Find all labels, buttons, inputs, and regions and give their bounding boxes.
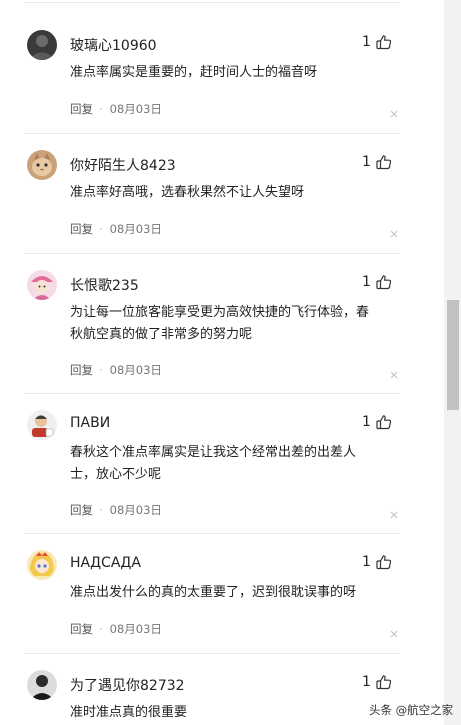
thumbs-up-icon[interactable]	[376, 554, 392, 570]
reply-button[interactable]: 回复	[70, 621, 93, 637]
like-button[interactable]: 1	[362, 153, 392, 171]
comment-text: 准点出发什么的真的太重要了，迟到很耽误事的呀	[70, 582, 400, 604]
scrollbar-thumb[interactable]	[447, 300, 459, 410]
like-count: 1	[362, 414, 371, 430]
avatar[interactable]	[27, 550, 57, 580]
top-divider	[24, 2, 400, 3]
comment-date: 08月03日	[109, 102, 162, 116]
meta-separator: ·	[99, 222, 103, 236]
thumbs-up-icon[interactable]	[376, 274, 392, 290]
like-button[interactable]: 1	[362, 673, 392, 691]
thumbs-up-icon[interactable]	[376, 34, 392, 50]
like-count: 1	[362, 34, 371, 50]
comment-meta: 回复 · 08月03日	[70, 502, 162, 518]
comment-text-line: 准点率属实是重要的，赶时间人士的福音呀	[70, 65, 318, 80]
avatar[interactable]	[27, 410, 57, 440]
comment-meta: 回复 · 08月03日	[70, 221, 162, 237]
close-icon[interactable]	[389, 505, 399, 519]
comment-divider	[24, 393, 400, 394]
comment-date: 08月03日	[109, 363, 162, 377]
comment-text-line: 春秋这个准点率属实是让我这个经常出差的出差人	[70, 445, 357, 460]
comment-date: 08月03日	[109, 503, 162, 517]
comment-meta: 回复 · 08月03日	[70, 101, 162, 117]
comment-divider	[24, 253, 400, 254]
comment-text-line: 士，放心不少呢	[70, 467, 162, 482]
like-button[interactable]: 1	[362, 33, 392, 51]
comment-text: 准点率属实是重要的，赶时间人士的福音呀	[70, 62, 400, 84]
comment-divider	[24, 653, 400, 654]
like-button[interactable]: 1	[362, 553, 392, 571]
comment-text-line: 准时准点真的很重要	[70, 705, 188, 720]
like-count: 1	[362, 154, 371, 170]
close-icon[interactable]	[389, 624, 399, 638]
comment-meta: 回复 · 08月03日	[70, 362, 162, 378]
comment-username[interactable]: НАДСАДА	[70, 555, 141, 571]
comment-text: 春秋这个准点率属实是让我这个经常出差的出差人 士，放心不少呢	[70, 442, 400, 486]
comment-username[interactable]: 你好陌生人8423	[70, 155, 176, 175]
reply-button[interactable]: 回复	[70, 362, 93, 378]
reply-button[interactable]: 回复	[70, 502, 93, 518]
like-button[interactable]: 1	[362, 413, 392, 431]
comment-divider	[24, 533, 400, 534]
comment-text-line: 准点率好高哦，选春秋果然不让人失望呀	[70, 185, 305, 200]
like-count: 1	[362, 554, 371, 570]
reply-button[interactable]: 回复	[70, 221, 93, 237]
comment-text: 准时准点真的很重要	[70, 702, 400, 724]
comment-text-line: 为让每一位旅客能享受更为高效快捷的飞行体验，春	[70, 305, 370, 320]
comment-text-line: 准点出发什么的真的太重要了，迟到很耽误事的呀	[70, 585, 357, 600]
like-count: 1	[362, 274, 371, 290]
meta-separator: ·	[99, 102, 103, 116]
comment-text-line: 秋航空真的做了非常多的努力呢	[70, 327, 253, 342]
thumbs-up-icon[interactable]	[376, 674, 392, 690]
comment-divider	[24, 133, 400, 134]
comment-text: 准点率好高哦，选春秋果然不让人失望呀	[70, 182, 400, 204]
thumbs-up-icon[interactable]	[376, 414, 392, 430]
close-icon[interactable]	[389, 365, 399, 379]
close-icon[interactable]	[389, 224, 399, 238]
meta-separator: ·	[99, 503, 103, 517]
comment-username[interactable]: 玻璃心10960	[70, 35, 157, 55]
avatar[interactable]	[27, 670, 57, 700]
like-count: 1	[362, 674, 371, 690]
close-icon[interactable]	[389, 104, 399, 118]
comment-date: 08月03日	[109, 622, 162, 636]
avatar[interactable]	[27, 30, 57, 60]
comment-text: 为让每一位旅客能享受更为高效快捷的飞行体验，春 秋航空真的做了非常多的努力呢	[70, 302, 400, 346]
like-button[interactable]: 1	[362, 273, 392, 291]
comment-username[interactable]: ПАВИ	[70, 415, 110, 431]
comment-meta: 回复 · 08月03日	[70, 621, 162, 637]
avatar[interactable]	[27, 270, 57, 300]
thumbs-up-icon[interactable]	[376, 154, 392, 170]
comment-date: 08月03日	[109, 222, 162, 236]
watermark: 头条 @航空之家	[369, 703, 454, 717]
comment-username[interactable]: 长恨歌235	[70, 275, 139, 295]
reply-button[interactable]: 回复	[70, 101, 93, 117]
meta-separator: ·	[99, 363, 103, 377]
meta-separator: ·	[99, 622, 103, 636]
comment-username[interactable]: 为了遇见你82732	[70, 675, 185, 695]
avatar[interactable]	[27, 150, 57, 180]
